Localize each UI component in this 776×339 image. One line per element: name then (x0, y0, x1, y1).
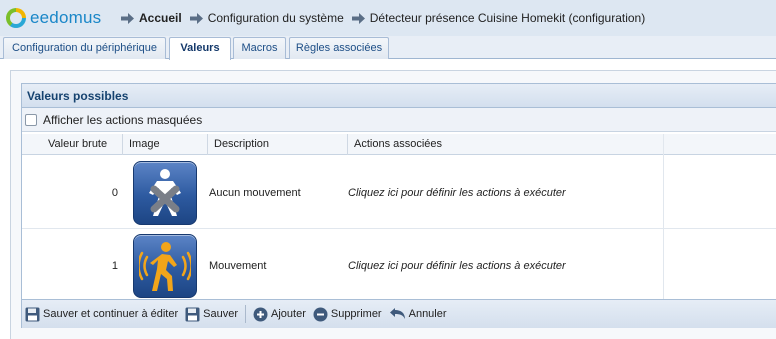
save-continue-button[interactable]: Sauver et continuer à éditer (25, 307, 178, 322)
plus-circle-icon (253, 307, 268, 321)
breadcrumb-label: Détecteur présence Cuisine Homekit (conf… (369, 11, 646, 25)
value-image[interactable] (123, 229, 207, 302)
tab-device-config[interactable]: Configuration du périphérique (3, 37, 166, 59)
value-image[interactable] (123, 156, 207, 229)
values-panel: Valeurs possibles Afficher les actions m… (21, 83, 776, 328)
bottom-toolbar: Sauver et continuer à éditer Sauver Ajou… (22, 299, 776, 328)
tab-values[interactable]: Valeurs (169, 37, 231, 60)
tab-macros[interactable]: Macros (233, 37, 286, 59)
value-description: Mouvement (209, 259, 267, 272)
actions-link-text[interactable]: Cliquez ici pour définir les actions à e… (348, 187, 566, 199)
column-header-actions[interactable]: Actions associées (348, 134, 664, 155)
breadcrumb-label: Accueil (139, 11, 182, 25)
cancel-label: Annuler (408, 308, 447, 320)
arrow-right-icon (121, 12, 134, 24)
associated-actions-link[interactable]: Cliquez ici pour définir les actions à e… (348, 229, 663, 302)
actions-link-text[interactable]: Cliquez ici pour définir les actions à e… (348, 260, 566, 272)
top-header: eedomus Accueil Configuration du système… (0, 0, 776, 36)
save-button[interactable]: Sauver (185, 307, 238, 322)
show-hidden-actions[interactable]: Afficher les actions masquées (22, 108, 776, 132)
logo-text: eedomus (30, 8, 102, 27)
floppy-disk-icon (25, 307, 40, 321)
undo-icon (389, 308, 405, 319)
panel-title: Valeurs possibles (22, 84, 776, 108)
raw-value: 0 (111, 186, 118, 199)
show-hidden-label: Afficher les actions masquées (43, 112, 203, 127)
table-row[interactable]: 0 Aucun mouvement Cliquez ici pour défin… (22, 156, 776, 229)
tab-rules[interactable]: Règles associées (289, 37, 389, 59)
table-row[interactable]: 1 Mouvement Cliquez ici pour définir les… (22, 229, 776, 302)
column-header-raw[interactable]: Valeur brute (22, 134, 123, 155)
breadcrumb: Accueil Configuration du système Détecte… (121, 11, 653, 25)
minus-circle-icon (313, 307, 328, 321)
breadcrumb-label: Configuration du système (207, 11, 344, 25)
value-description: Aucun mouvement (209, 186, 301, 199)
breadcrumb-system-config[interactable]: Configuration du système (189, 11, 344, 25)
add-button[interactable]: Ajouter (253, 307, 306, 322)
cancel-button[interactable]: Annuler (389, 307, 447, 321)
motion-person-icon (133, 233, 197, 298)
save-label: Sauver (203, 308, 238, 320)
arrow-right-icon (189, 12, 203, 24)
column-header-image[interactable]: Image (123, 134, 208, 155)
breadcrumb-device: Détecteur présence Cuisine Homekit (conf… (351, 11, 646, 25)
arrow-right-icon (351, 12, 365, 24)
no-motion-person-icon (133, 160, 197, 225)
show-hidden-checkbox[interactable] (25, 113, 37, 126)
remove-label: Supprimer (330, 308, 382, 320)
breadcrumb-home[interactable]: Accueil (121, 11, 182, 25)
toolbar-separator (245, 305, 246, 323)
floppy-disk-icon (185, 307, 200, 321)
remove-button[interactable]: Supprimer (313, 307, 382, 322)
associated-actions-link[interactable]: Cliquez ici pour définir les actions à e… (348, 156, 663, 229)
logo-ring-icon (6, 8, 26, 28)
save-continue-label: Sauver et continuer à éditer (43, 308, 179, 320)
column-header-description[interactable]: Description (208, 134, 348, 155)
add-label: Ajouter (271, 308, 306, 320)
eedomus-logo[interactable]: eedomus (6, 7, 101, 29)
raw-value: 1 (111, 259, 118, 272)
tab-bar: Configuration du périphérique Valeurs Ma… (0, 36, 776, 60)
